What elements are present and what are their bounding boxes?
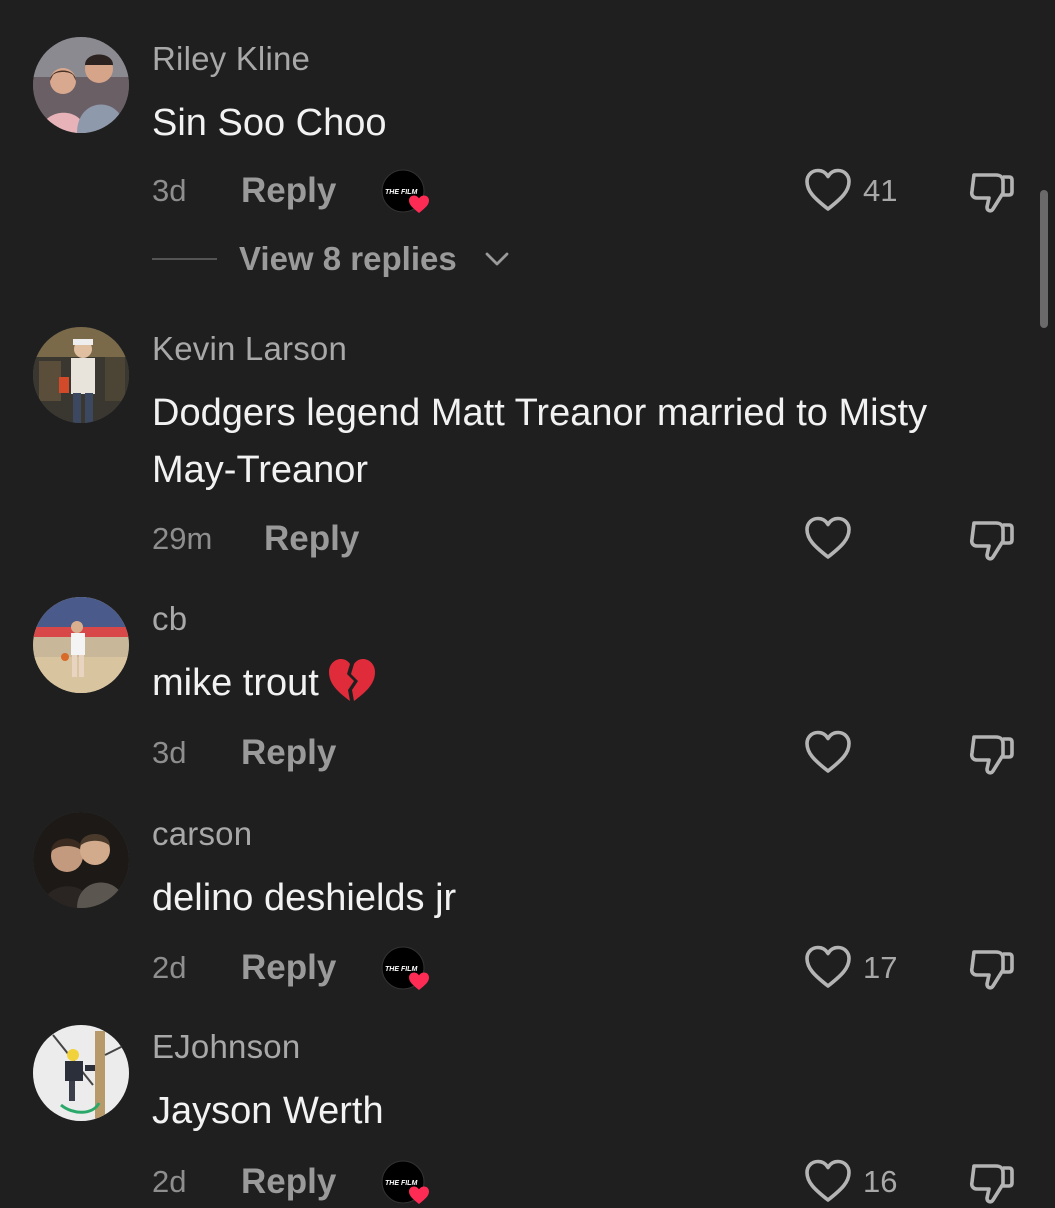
comment-timestamp: 2d (152, 950, 187, 985)
comment-timestamp: 29m (152, 521, 213, 556)
creator-liked-badge-icon (381, 1160, 435, 1206)
comment-username[interactable]: Riley Kline (152, 40, 310, 78)
thumbs-down-outline-icon[interactable] (966, 169, 1016, 215)
comment-actions: 3d Reply (0, 729, 1055, 779)
heart-outline-icon[interactable] (804, 944, 852, 990)
thumbs-down-outline-icon[interactable] (966, 517, 1016, 563)
creator-liked-badge-icon (381, 169, 435, 215)
comment-timestamp: 3d (152, 173, 187, 208)
comment-username[interactable]: Kevin Larson (152, 330, 347, 368)
avatar[interactable] (33, 1025, 129, 1121)
comment-timestamp: 2d (152, 1164, 187, 1199)
creator-liked-badge-icon (381, 946, 435, 992)
comment-text-content: mike trout (152, 662, 319, 704)
heart-outline-icon[interactable] (804, 729, 852, 775)
avatar[interactable] (33, 37, 129, 133)
heart-outline-icon[interactable] (804, 167, 852, 213)
heart-outline-icon[interactable] (804, 1158, 852, 1204)
reply-button[interactable]: Reply (241, 171, 336, 211)
reply-button[interactable]: Reply (241, 733, 336, 773)
comment-username[interactable]: cb (152, 600, 187, 638)
view-replies-label: View 8 replies (239, 240, 457, 277)
comment-text: Dodgers legend Matt Treanor married to M… (152, 392, 928, 491)
like-count: 16 (863, 1164, 898, 1199)
comment-actions: 2d Reply 17 (0, 944, 1055, 994)
broken-heart-icon (328, 659, 375, 701)
comment-text: Sin Soo Choo (152, 102, 387, 144)
reply-button[interactable]: Reply (241, 948, 336, 988)
reply-button[interactable]: Reply (264, 519, 359, 559)
comment-text: Jayson Werth (152, 1090, 384, 1132)
comment-actions: 3d Reply 41 (0, 167, 1055, 217)
thumbs-down-outline-icon[interactable] (966, 946, 1016, 992)
view-replies-button[interactable]: View 8 replies (152, 240, 652, 280)
thumbs-down-outline-icon[interactable] (966, 1160, 1016, 1206)
heart-outline-icon[interactable] (804, 515, 852, 561)
comment-username[interactable]: EJohnson (152, 1028, 300, 1066)
comment-text: mike trout (152, 655, 952, 712)
divider-line (152, 258, 217, 260)
avatar[interactable] (33, 812, 129, 908)
thumbs-down-outline-icon[interactable] (966, 731, 1016, 777)
comment-actions: 29m Reply (0, 515, 1055, 565)
comment-actions: 2d Reply 16 (0, 1158, 1055, 1208)
chevron-down-icon (485, 252, 509, 266)
like-count: 17 (863, 950, 898, 985)
comment-username[interactable]: carson (152, 815, 252, 853)
comment-timestamp: 3d (152, 735, 187, 770)
comment-text: delino deshields jr (152, 877, 457, 919)
avatar[interactable] (33, 327, 129, 423)
reply-button[interactable]: Reply (241, 1162, 336, 1202)
avatar[interactable] (33, 597, 129, 693)
like-count: 41 (863, 173, 898, 208)
